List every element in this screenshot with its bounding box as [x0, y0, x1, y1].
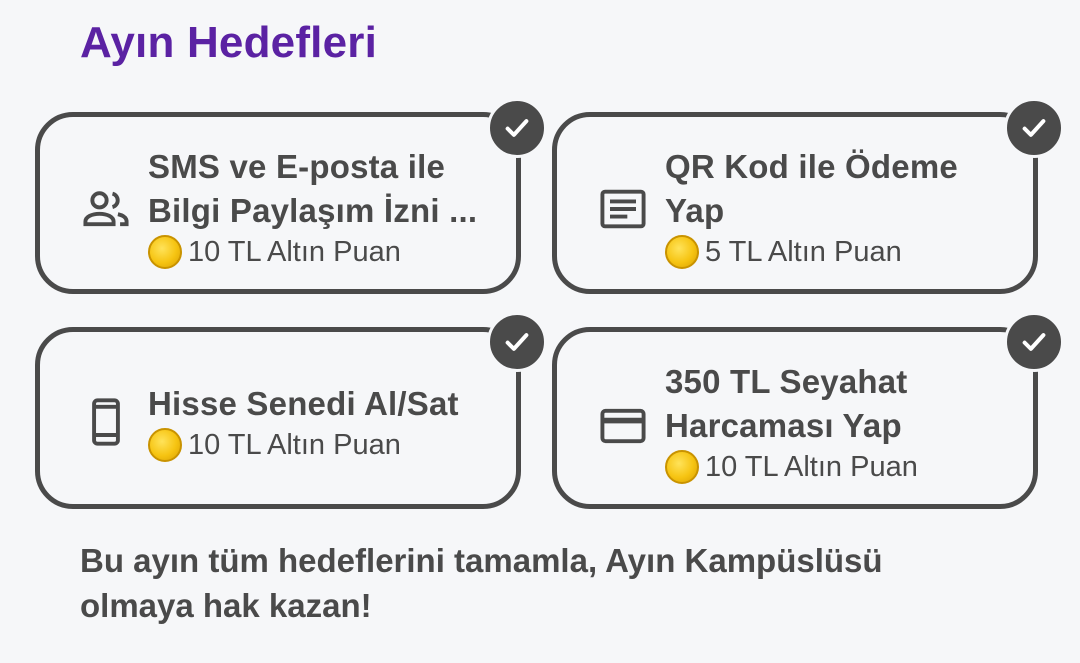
- goal-reward-text: 10 TL Altın Puan: [705, 450, 918, 483]
- people-icon: [80, 183, 132, 235]
- goal-reward: 5 TL Altın Puan: [665, 235, 1015, 269]
- goal-card-stock-trade[interactable]: Hisse Senedi Al/Sat 10 TL Altın Puan: [35, 327, 521, 509]
- gold-coin-icon: [148, 235, 182, 269]
- goal-card-sms-email-permission[interactable]: SMS ve E-posta ile Bilgi Paylaşım İzni .…: [35, 112, 521, 294]
- goal-card-travel-spending[interactable]: 350 TL Seyahat Harcaması Yap 10 TL Altın…: [552, 327, 1038, 509]
- gold-coin-icon: [665, 235, 699, 269]
- goal-label: QR Kod ile Ödeme Yap: [665, 148, 958, 229]
- gold-coin-icon: [148, 428, 182, 462]
- goal-reward: 10 TL Altın Puan: [665, 450, 1015, 484]
- completed-check-icon: [1004, 312, 1064, 372]
- goal-reward: 10 TL Altın Puan: [148, 428, 498, 462]
- receipt-icon: [597, 183, 649, 235]
- completed-check-icon: [487, 98, 547, 158]
- phone-icon: [80, 396, 132, 448]
- goal-reward-text: 10 TL Altın Puan: [188, 428, 401, 461]
- goal-reward: 10 TL Altın Puan: [148, 235, 498, 269]
- page-title: Ayın Hedefleri: [80, 18, 378, 67]
- completed-check-icon: [487, 312, 547, 372]
- gold-coin-icon: [665, 450, 699, 484]
- footer-message: Bu ayın tüm hedeflerini tamamla, Ayın Ka…: [80, 542, 883, 624]
- completed-check-icon: [1004, 98, 1064, 158]
- credit-card-icon: [597, 400, 649, 452]
- goal-label: SMS ve E-posta ile Bilgi Paylaşım İzni .…: [148, 148, 478, 229]
- goal-reward-text: 10 TL Altın Puan: [188, 235, 401, 268]
- goal-reward-text: 5 TL Altın Puan: [705, 235, 902, 268]
- goal-card-qr-payment[interactable]: QR Kod ile Ödeme Yap 5 TL Altın Puan: [552, 112, 1038, 294]
- goal-label: Hisse Senedi Al/Sat: [148, 385, 459, 422]
- goal-label: 350 TL Seyahat Harcaması Yap: [665, 363, 908, 444]
